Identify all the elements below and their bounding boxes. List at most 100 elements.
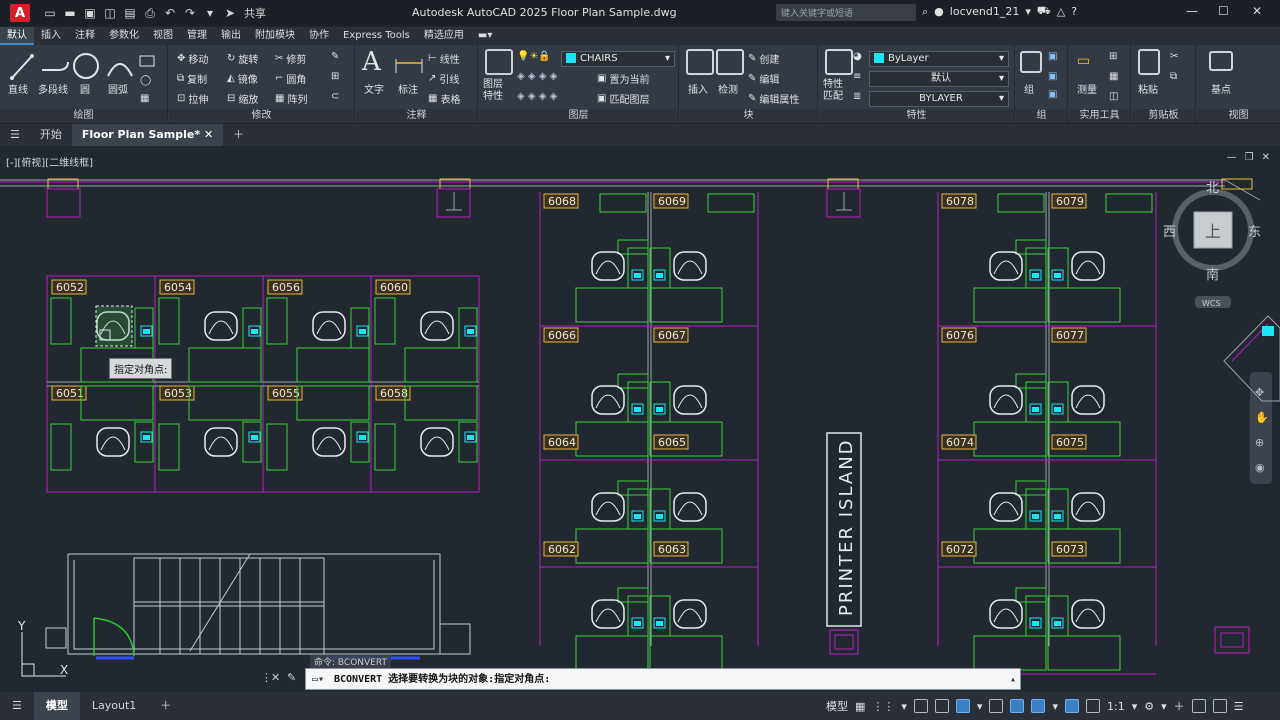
navigation-bar[interactable]: ✥ ✋ ⊕ ◉ [1250,372,1272,484]
room-label-6065[interactable]: 6065 [653,434,689,450]
copy-button[interactable]: ⧉ 复制 [177,71,207,86]
chevron-down-icon[interactable]: ▾ [1161,700,1167,713]
chevron-down-icon[interactable]: ▾ [1132,700,1138,713]
tab-extra-icon[interactable]: ▬▾ [471,27,499,45]
linetype-dropdown[interactable]: 默认 ▾ [869,71,1009,87]
lineweight-dropdown[interactable]: BYLAYER ▾ [869,91,1009,107]
calc-icon[interactable]: ▦ [1109,71,1118,82]
block-panel-title[interactable]: 块 [680,109,817,123]
chair[interactable] [591,599,625,629]
tab-manage[interactable]: 管理 [180,27,214,45]
room-label-6067[interactable]: 6067 [653,327,689,343]
chair[interactable] [673,251,707,281]
snap-icon[interactable]: ⋮⋮ [872,700,894,713]
table-button[interactable]: ▦ 表格 [428,91,460,106]
arc-button[interactable]: 圆弧 [108,81,128,96]
room-label-6072[interactable]: 6072 [941,541,977,557]
rotate-button[interactable]: ↻ 旋转 [227,51,258,66]
room-label-6068[interactable]: 6068 [543,193,579,209]
tab-express-tools[interactable]: Express Tools [336,27,417,45]
tab-view[interactable]: 视图 [146,27,180,45]
layer-properties-button[interactable]: 图层 特性 [483,79,503,103]
isolate-icon[interactable] [1191,699,1206,713]
room-label-6075[interactable]: 6075 [1051,434,1087,450]
room-label-6054[interactable]: 6054 [159,279,195,295]
grid-icon[interactable]: ▦ [855,700,865,713]
maximize-icon[interactable]: ☐ [1218,4,1229,18]
model-space-button[interactable]: 模型 [826,698,848,714]
add-layout-icon[interactable]: ＋ [148,692,183,720]
room-label-6069[interactable]: 6069 [653,193,689,209]
ellipse-icon[interactable]: ◯ [140,75,151,86]
staircase[interactable] [45,553,471,655]
save-as-icon[interactable]: ◫ [102,6,118,20]
hatch-icon[interactable]: ▦ [140,93,149,104]
scale-button[interactable]: ⊟ 缩放 [227,91,258,106]
properties-panel-title[interactable]: 特性 [819,109,1014,123]
chair[interactable] [420,311,454,341]
customize-command-icon[interactable]: ✎ [287,671,296,684]
clipboard-panel-title[interactable]: 剪贴板 [1132,109,1195,123]
chevron-down-icon[interactable]: ▾ [1025,5,1031,18]
floor-plan-drawing[interactable]: 60526051605460536056605560606058 6068 606… [0,146,1280,692]
room-label-6060[interactable]: 6060 [375,279,411,295]
utilities-panel-title[interactable]: 实用工具 [1069,109,1130,123]
line-button[interactable]: 直线 [8,81,28,96]
tab-floor-plan[interactable]: Floor Plan Sample* ✕ [71,124,224,146]
room-label-6074[interactable]: 6074 [941,434,977,450]
close-viewport-icon[interactable]: ✕ [1262,152,1270,163]
chevron-down-icon[interactable]: ▾ [901,700,907,713]
chair[interactable] [1071,385,1105,415]
object-snap-tracking-icon[interactable] [1010,699,1025,713]
wcs-menu[interactable]: WCS [1202,299,1221,308]
restore-viewport-icon[interactable]: ❐ [1245,152,1254,163]
leader-button[interactable]: ↗ 引线 [428,71,459,86]
linetype-icon[interactable]: ≡ [853,71,861,82]
draw-panel-title[interactable]: 绘图 [0,109,167,123]
set-current-button[interactable]: ▣ 置为当前 [597,71,649,86]
chair[interactable] [673,492,707,522]
dropdown-icon[interactable]: ▾ [202,6,218,20]
search-icon[interactable]: ⌕ [922,5,928,19]
layer-tools-row2-icons[interactable]: ◈ ◈ ◈ ◈ [517,91,557,102]
chair[interactable] [591,251,625,281]
tab-model[interactable]: 模型 [33,692,80,720]
layer-dropdown[interactable]: CHAIRS ▾ [561,51,675,67]
chair[interactable] [420,427,454,457]
groups-panel-title[interactable]: 组 [1016,109,1067,123]
tab-layout1[interactable]: Layout1 [80,692,148,720]
group-select-icon[interactable]: ▣ [1048,89,1057,100]
polar-icon[interactable] [955,699,970,713]
paste-button[interactable]: 粘贴 [1138,81,1158,96]
object-snap-icon[interactable] [1031,699,1046,713]
annotation-panel-title[interactable]: 注释 [356,109,477,123]
share-icon[interactable]: ➤ [222,6,238,20]
group-tools-icons[interactable]: ▣ [1048,51,1057,62]
customize-menu-icon[interactable]: ☰ [1234,700,1244,713]
base-button[interactable]: 基点 [1211,81,1231,96]
tab-addins[interactable]: 附加模块 [248,27,302,45]
room-label-6052[interactable]: 6052 [51,279,87,295]
move-button[interactable]: ✥ 移动 [177,51,208,66]
chair[interactable] [673,599,707,629]
circle-button[interactable]: 圆 [80,81,90,96]
group-button[interactable]: 组 [1024,81,1034,96]
middle-cubicle-block[interactable] [539,192,759,646]
chair[interactable] [204,311,238,341]
stretch-button[interactable]: ⊡ 拉伸 [177,91,208,106]
layer-state-icons[interactable]: 💡☀🔒 [517,51,551,62]
id-point-icon[interactable]: ⊞ [1109,51,1117,62]
room-label-6076[interactable]: 6076 [941,327,977,343]
workspace-gear-icon[interactable]: ⚙ [1144,700,1154,713]
offset-icon[interactable]: ⊂ [331,91,339,102]
chair[interactable] [591,385,625,415]
middle-cubicle-furniture[interactable]: 6068 6069 6066 6067 6064 6065 6062 6063 [540,193,758,675]
user-icon[interactable]: ● [934,5,944,18]
command-history-arrow-icon[interactable]: ▴ [1010,669,1016,691]
chair[interactable] [989,492,1023,522]
chair[interactable] [1071,251,1105,281]
command-input[interactable]: ▭▾ BCONVERT 选择要转换为块的对象:指定对角点: ▴ [305,668,1021,690]
redo-icon[interactable]: ↷ [182,6,198,20]
match-layer-button[interactable]: ▣ 匹配图层 [597,91,649,106]
new-tab-icon[interactable]: ＋ [223,124,254,146]
